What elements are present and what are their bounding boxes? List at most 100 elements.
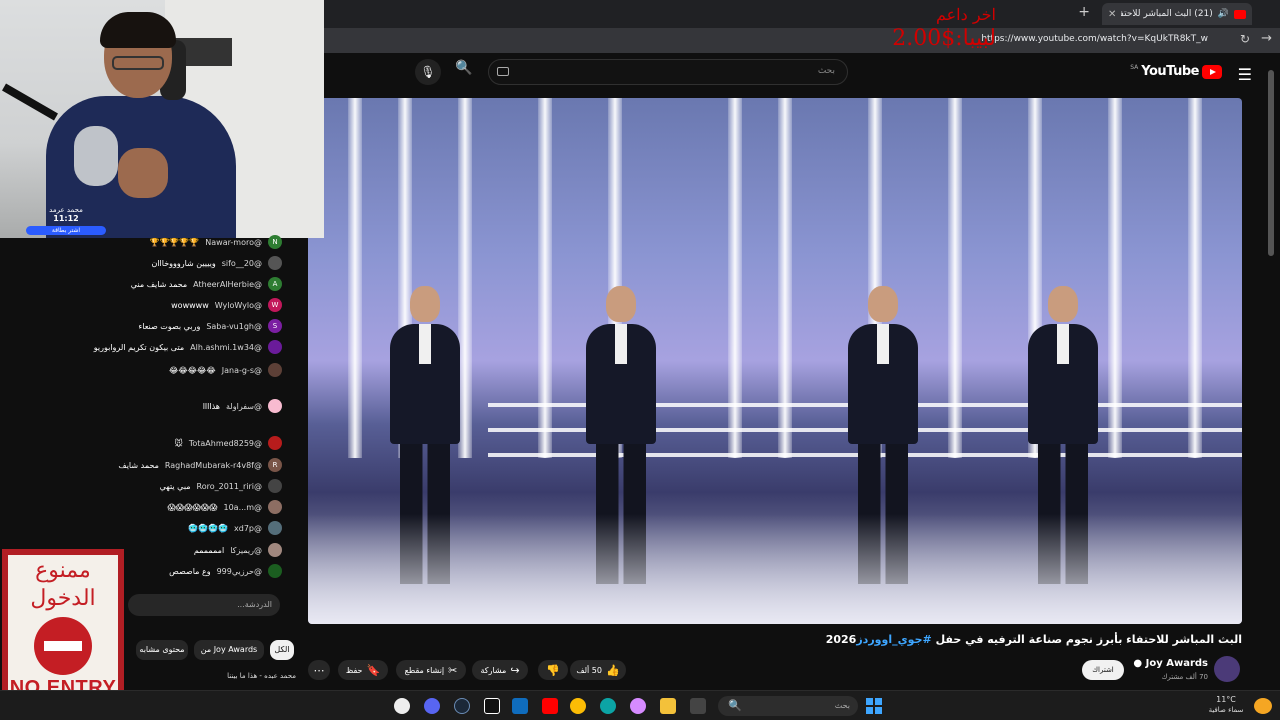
chat-input[interactable]: الدردشة... — [128, 594, 280, 616]
dislike-button[interactable]: 👎 — [538, 660, 568, 680]
chat-text: 🥶🥶🥶🥶 — [188, 523, 229, 533]
reload-icon[interactable]: ↻ — [1240, 32, 1250, 46]
overlay-button: اشتر بطاقة — [26, 226, 106, 235]
chat-avatar[interactable]: R — [268, 458, 282, 472]
tab-audio-icon[interactable]: 🔊 — [1218, 9, 1229, 19]
chat-username[interactable]: @Roro_2011_riri — [197, 482, 262, 491]
stage-fog — [308, 514, 1242, 624]
menu-icon[interactable]: ☰ — [1238, 65, 1252, 84]
chip-all[interactable]: الكل — [270, 640, 294, 660]
chrome-icon[interactable] — [570, 698, 586, 714]
chat-message: @xd7p 🥶🥶🥶🥶 — [188, 518, 282, 538]
windows-start-icon[interactable] — [866, 698, 882, 714]
more-actions-button[interactable]: ⋯ — [308, 660, 330, 680]
clip-label: إنشاء مقطع — [404, 665, 445, 675]
youtube-app-icon[interactable] — [542, 698, 558, 714]
chat-message: @Roro_2011_riri مبي يتهي — [160, 476, 282, 496]
next-video-title[interactable]: محمد عبده - هذا ما بيننا — [128, 672, 296, 688]
browser-tab[interactable]: 🔊 (21) البث المباشر للاحتفاء بأبرز ✕ — [1102, 3, 1252, 25]
steam-icon[interactable] — [454, 698, 470, 714]
chat-username[interactable]: @Saba-vu1gh — [206, 322, 262, 331]
chip-from-channel[interactable]: من Joy Awards — [194, 640, 264, 660]
keyboard-icon[interactable] — [497, 67, 509, 76]
channel-name[interactable]: ● Joy Awards — [1133, 658, 1208, 669]
chat-username[interactable]: @sifo__20 — [222, 259, 262, 268]
video-title-hashtag[interactable]: #جوي_اووردز — [856, 633, 931, 646]
chat-username[interactable]: @حرزيي999 — [217, 567, 262, 576]
chat-username[interactable]: @WyloWylo — [215, 301, 262, 310]
chat-username[interactable]: @AtheerAlHerbie — [193, 280, 262, 289]
chat-message: @10a...m 😱😱😱😱😱😱 — [167, 497, 282, 517]
chat-username[interactable]: @RaghadMubarak-r4v8f — [165, 461, 262, 470]
streamer-hair — [100, 12, 176, 48]
youtube-logo[interactable]: SA YouTube — [1130, 64, 1222, 79]
chat-avatar[interactable] — [268, 500, 282, 514]
chat-username[interactable]: @Nawar-moro — [205, 238, 262, 247]
clip-button[interactable]: ✂ إنشاء مقطع — [396, 660, 466, 680]
thumbs-down-icon: 👎 — [546, 663, 560, 677]
taskbar-search-icon: 🔍 — [728, 699, 742, 712]
chat-avatar[interactable]: S — [268, 319, 282, 333]
edge-icon[interactable] — [600, 698, 616, 714]
chat-avatar[interactable] — [268, 479, 282, 493]
channel-subscriber-count: 70 ألف مشترك — [1161, 673, 1208, 681]
chat-message: S @Saba-vu1gh وربي بصوت صنعاء — [139, 316, 282, 336]
weather-temp: 11°C — [1216, 695, 1236, 704]
address-bar: https://www.youtube.com/watch?v=KqUkTR8k… — [324, 28, 1280, 53]
chat-username[interactable]: @سفراولة — [226, 402, 262, 411]
thumbs-up-icon: 👍 — [605, 663, 620, 677]
discord-icon[interactable] — [424, 698, 440, 714]
chat-avatar[interactable] — [268, 340, 282, 354]
obs-icon[interactable] — [394, 698, 410, 714]
chat-username[interactable]: @TotaAhmed8259 — [189, 439, 262, 448]
stage-light-pillar — [458, 98, 472, 458]
search-icon[interactable]: 🔍 — [455, 60, 472, 76]
channel-info[interactable]: ● Joy Awards 70 ألف مشترك — [1133, 656, 1240, 684]
file-explorer-icon[interactable] — [660, 698, 676, 714]
taskbar-search[interactable]: 🔍 بحث — [718, 696, 858, 716]
weather-widget[interactable]: 11°C سماء صافية — [1196, 694, 1256, 716]
streamer-glasses — [112, 56, 164, 70]
voice-search-mic-icon[interactable]: 🎙 — [415, 59, 441, 85]
save-button[interactable]: 🔖 حفظ — [338, 660, 388, 680]
tab-close-icon[interactable]: ✕ — [1108, 9, 1116, 20]
subscribe-button[interactable]: اشتراك — [1082, 660, 1124, 680]
video-title-year: 2026 — [825, 633, 857, 646]
like-count: 50 ألف — [576, 665, 602, 675]
chat-message: R @RaghadMubarak-r4v8f محمد شايف — [118, 455, 282, 475]
video-player[interactable] — [308, 98, 1242, 624]
chip-related[interactable]: محتوى مشابه — [136, 640, 188, 660]
chat-username[interactable]: @ريميزكا — [230, 546, 262, 555]
capcut-icon[interactable] — [484, 698, 500, 714]
new-tab-button[interactable]: + — [1078, 4, 1090, 20]
chat-username[interactable]: @xd7p — [234, 524, 262, 533]
chat-avatar[interactable]: N — [268, 235, 282, 249]
chat-avatar[interactable] — [268, 521, 282, 535]
chat-username[interactable]: @Jana-g-s — [222, 366, 262, 375]
chat-avatar[interactable] — [268, 436, 282, 450]
channel-avatar[interactable] — [1214, 656, 1240, 682]
outlook-icon[interactable] — [512, 698, 528, 714]
chat-username[interactable]: @10a...m — [223, 503, 262, 512]
taskview-icon[interactable] — [690, 698, 706, 714]
like-button[interactable]: 👍 50 ألف — [570, 660, 626, 680]
forward-arrow-icon[interactable]: → — [1261, 31, 1272, 46]
chat-avatar[interactable] — [268, 399, 282, 413]
no-entry-icon — [34, 617, 92, 675]
search-input[interactable]: بحث — [488, 59, 848, 85]
chat-avatar[interactable] — [268, 543, 282, 557]
last-donor-label: اخر داعم — [935, 5, 996, 24]
chat-message: @حرزيي999 وع ماصصص — [169, 561, 282, 581]
chat-username[interactable]: @Alh.ashmi.1w34 — [190, 343, 262, 352]
copilot-icon[interactable] — [630, 698, 646, 714]
windows-taskbar: 🔍 بحث 11°C سماء صافية — [0, 690, 1280, 720]
url-field[interactable]: https://www.youtube.com/watch?v=KqUkTR8k… — [981, 34, 1208, 44]
chat-avatar[interactable] — [268, 363, 282, 377]
page-scrollbar[interactable] — [1268, 70, 1274, 256]
chat-avatar[interactable] — [268, 256, 282, 270]
chat-avatar[interactable] — [268, 564, 282, 578]
chat-text: محمد شايف — [118, 460, 159, 470]
share-button[interactable]: ↪ مشاركة — [472, 660, 528, 680]
chat-avatar[interactable]: A — [268, 277, 282, 291]
chat-avatar[interactable]: W — [268, 298, 282, 312]
